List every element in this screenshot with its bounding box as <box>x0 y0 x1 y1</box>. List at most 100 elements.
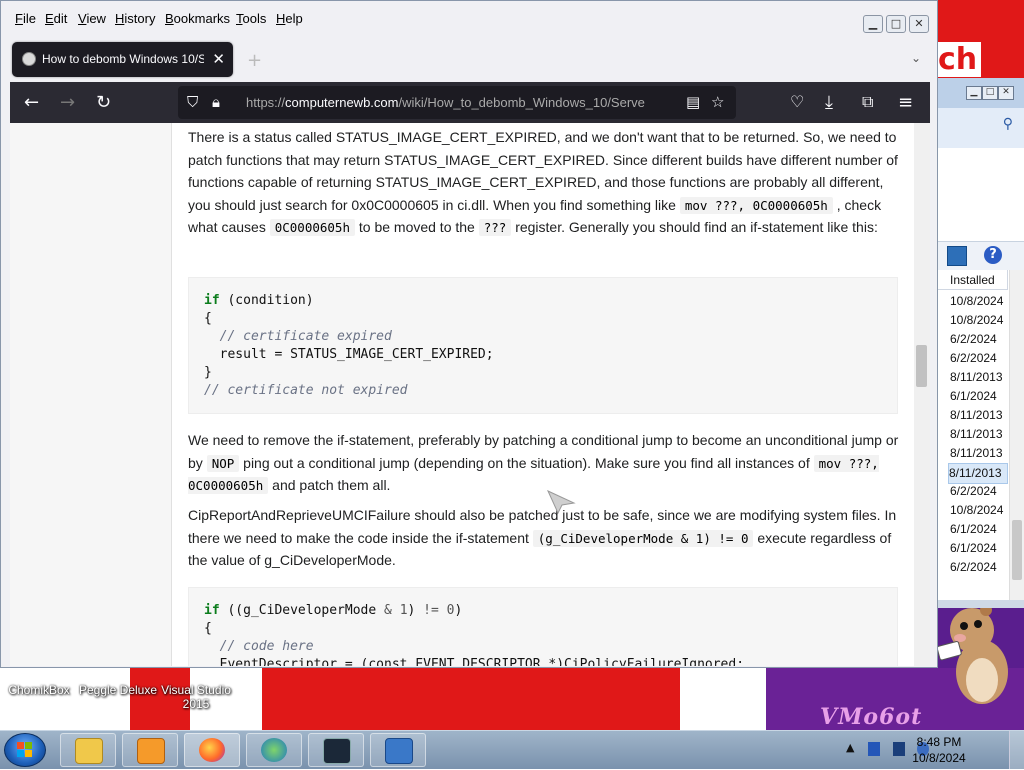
update-date-row[interactable]: 10/8/2024 <box>950 501 1008 520</box>
page-content[interactable]: There is a status called STATUS_IMAGE_CE… <box>10 123 930 666</box>
taskbar-firefox-button[interactable] <box>184 733 240 767</box>
extensions-icon[interactable]: ⧉ <box>862 92 873 112</box>
update-date-row[interactable]: 8/11/2013 <box>950 368 1008 387</box>
new-tab-icon[interactable]: + <box>247 50 262 71</box>
tray-app-icon[interactable] <box>868 742 880 756</box>
code-line: { <box>204 311 212 326</box>
folder-icon <box>75 738 103 764</box>
clock-time: 8:48 PM <box>916 735 962 749</box>
update-date-row[interactable]: 8/11/2013 <box>948 463 1008 484</box>
installed-column-header[interactable]: Installed <box>938 270 1008 290</box>
tracking-protection-shield-icon[interactable]: ⛉ <box>187 93 198 111</box>
site-favicon-icon <box>22 52 36 66</box>
url-bar[interactable]: ⛉ 🔒︎ https://computernewb.com/wiki/How_t… <box>178 86 736 119</box>
search-icon[interactable]: ⚲ <box>1003 116 1013 132</box>
code-comment: // certificate not expired <box>204 383 408 398</box>
menu-history[interactable]: History <box>115 11 155 26</box>
system-clock[interactable]: 8:48 PM 10/8/2024 <box>906 734 972 766</box>
paragraph-text: to be moved to the <box>354 219 479 235</box>
forward-arrow-icon[interactable]: → <box>60 92 75 113</box>
inline-code: ??? <box>478 219 512 236</box>
minimize-button[interactable]: ▁ <box>966 86 982 100</box>
mouse-pointer-icon <box>546 489 576 515</box>
taskbar-network-button[interactable] <box>246 733 302 767</box>
update-date-row[interactable]: 8/11/2013 <box>950 444 1008 463</box>
desktop-icon-label: Visual Studio 2015 <box>161 683 231 711</box>
show-desktop-button[interactable] <box>1009 731 1024 769</box>
url-path: /wiki/How_to_debomb_Windows_10/Serve <box>398 95 645 110</box>
url-text[interactable]: https://computernewb.com/wiki/How_to_deb… <box>246 95 672 110</box>
hamburger-menu-icon[interactable]: ≡ <box>898 92 913 113</box>
scrollbar-thumb[interactable] <box>1012 520 1022 580</box>
update-date-row[interactable]: 6/1/2024 <box>950 520 1008 539</box>
code-line: EventDescriptor = (const EVENT_DESCRIPTO… <box>204 657 745 666</box>
help-icon[interactable]: ? <box>984 246 1002 264</box>
list-all-tabs-icon[interactable]: ⌄ <box>911 51 921 65</box>
update-date-row[interactable]: 6/2/2024 <box>950 482 1008 501</box>
tab-title: How to debomb Windows 10/S <box>42 52 204 66</box>
taskbar-terminal-button[interactable] <box>308 733 364 767</box>
update-date-row[interactable]: 8/11/2013 <box>950 425 1008 444</box>
code-comment: // certificate expired <box>204 329 392 344</box>
code-line: if (condition) <box>204 293 314 308</box>
reader-view-icon[interactable]: ▤ <box>686 93 700 111</box>
reload-icon[interactable]: ↻ <box>96 92 111 113</box>
windows-logo-icon <box>17 742 32 757</box>
taskbar-media-player-button[interactable] <box>122 733 178 767</box>
back-arrow-icon[interactable]: ← <box>24 92 39 113</box>
desktop-icon-visual-studio[interactable]: Visual Studio 2015 <box>160 683 232 711</box>
inline-code: mov ???, 0C0000605h <box>679 196 833 214</box>
wallpaper-logo-text: ch <box>934 42 982 77</box>
update-date-row[interactable]: 6/1/2024 <box>950 539 1008 558</box>
close-button[interactable]: ✕ <box>998 86 1014 100</box>
menu-tools[interactable]: Tools <box>236 11 266 26</box>
close-tab-icon[interactable]: ✕ <box>212 50 225 68</box>
pocket-icon[interactable]: ♡ <box>790 92 804 111</box>
update-date-row[interactable]: 6/1/2024 <box>950 387 1008 406</box>
menu-view[interactable]: View <box>78 11 106 26</box>
start-button[interactable] <box>4 733 46 767</box>
code-block-developer-mode: if ((g_CiDeveloperMode & 1) != 0) { // c… <box>188 587 898 666</box>
installed-updates-window[interactable]: ▁ □ ✕ ⚲ ? Installed 10/8/2024 10/8/2024 6/… <box>937 78 1024 608</box>
inline-code: NOP <box>206 454 240 472</box>
scrollbar-thumb[interactable] <box>916 345 927 387</box>
page-scrollbar[interactable] <box>914 123 930 666</box>
taskbar: ▲ 8:48 PM 10/8/2024 <box>0 730 1024 769</box>
back-window-titlebar[interactable]: ▁ □ ✕ <box>938 78 1024 108</box>
downloads-icon[interactable]: ⤓ <box>825 92 833 113</box>
lock-icon[interactable]: 🔒︎ <box>212 93 220 111</box>
code-comment: // code here <box>204 639 314 654</box>
update-date-row[interactable]: 6/2/2024 <box>950 558 1008 577</box>
update-date-row[interactable]: 6/2/2024 <box>950 349 1008 368</box>
menu-help[interactable]: Help <box>276 11 303 26</box>
update-date-row[interactable]: 10/8/2024 <box>950 311 1008 330</box>
bookmark-star-icon[interactable]: ☆ <box>711 93 724 111</box>
desktop-icon-label: Peggle Deluxe <box>78 683 158 697</box>
update-date-row[interactable]: 8/11/2013 <box>950 406 1008 425</box>
update-date-row[interactable]: 6/2/2024 <box>950 330 1008 349</box>
code-line: result = STATUS_IMAGE_CERT_EXPIRED; <box>204 347 494 362</box>
minimize-button[interactable]: ▁ <box>863 15 883 33</box>
menu-edit[interactable]: Edit <box>45 11 67 26</box>
menu-file[interactable]: File <box>15 11 36 26</box>
firefox-icon <box>199 738 225 762</box>
wiki-article: There is a status called STATUS_IMAGE_CE… <box>171 123 914 666</box>
view-options-icon[interactable] <box>947 246 967 266</box>
action-center-icon[interactable] <box>893 742 905 756</box>
back-window-scrollbar[interactable] <box>1009 270 1024 600</box>
update-date-row[interactable]: 10/8/2024 <box>950 292 1008 311</box>
navigation-toolbar: ← → ↻ ⛉ 🔒︎ https://computernewb.com/wiki… <box>10 82 930 123</box>
show-hidden-icons-icon[interactable]: ▲ <box>846 741 854 754</box>
desktop-icon-peggle[interactable]: Peggle Deluxe <box>78 683 158 697</box>
taskbar-installer-button[interactable] <box>370 733 426 767</box>
maximize-button[interactable]: □ <box>982 86 998 100</box>
close-button[interactable]: ✕ <box>909 15 929 33</box>
menu-bookmarks[interactable]: Bookmarks <box>165 11 230 26</box>
tab-bar: How to debomb Windows 10/S ✕ + ⌄ <box>1 37 937 82</box>
taskbar-explorer-button[interactable] <box>60 733 116 767</box>
desktop-icon-label: ChomikBox <box>8 683 70 697</box>
maximize-button[interactable]: □ <box>886 15 906 33</box>
tab-active[interactable]: How to debomb Windows 10/S ✕ <box>12 42 233 77</box>
desktop-icon-chomikbox[interactable]: ChomikBox <box>4 683 74 697</box>
firefox-window[interactable]: File Edit View History Bookmarks Tools H… <box>0 0 938 668</box>
